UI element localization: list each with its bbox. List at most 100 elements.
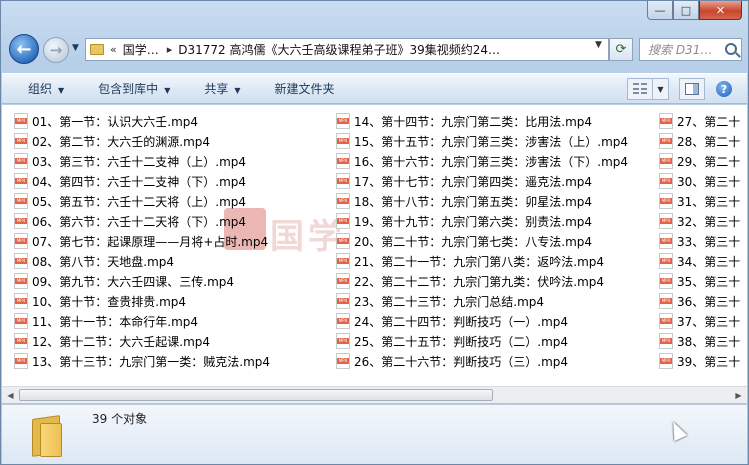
file-item[interactable]: 28、第二十 [659, 131, 740, 151]
file-item[interactable]: 39、第三十 [659, 351, 740, 371]
file-name: 02、第二节：大六壬的渊源.mp4 [32, 134, 211, 149]
file-item[interactable]: 31、第三十 [659, 191, 740, 211]
address-dropdown[interactable]: ▼ [595, 40, 602, 50]
file-item[interactable]: 06、第六节：六壬十二天将（下）.mp4 [14, 211, 246, 231]
file-item[interactable]: 16、第十六节：九宗门第三类：涉害法（下）.mp4 [336, 151, 628, 171]
file-item[interactable]: 27、第二十 [659, 111, 740, 131]
change-view-button[interactable] [627, 78, 653, 100]
new-folder-button[interactable]: 新建文件夹 [275, 80, 335, 97]
file-item[interactable]: 30、第三十 [659, 171, 740, 191]
file-name: 34、第三十 [677, 254, 741, 269]
refresh-button[interactable]: ⟳ [609, 38, 633, 61]
organize-menu[interactable]: 组织 ▼ [28, 80, 64, 97]
video-file-icon [336, 153, 350, 169]
file-item[interactable]: 02、第二节：大六壬的渊源.mp4 [14, 131, 210, 151]
file-item[interactable]: 15、第十五节：九宗门第三类：涉害法（上）.mp4 [336, 131, 628, 151]
maximize-button[interactable]: □ [673, 1, 699, 20]
breadcrumb-separator-icon[interactable]: ▸ [167, 43, 173, 56]
view-options-dropdown[interactable]: ▼ [653, 78, 669, 100]
file-name: 10、第十节：查贵排贵.mp4 [32, 294, 187, 309]
preview-pane-button[interactable] [679, 78, 705, 100]
help-button[interactable]: ? [711, 78, 737, 100]
chevron-down-icon: ▼ [234, 86, 241, 95]
file-item[interactable]: 29、第二十 [659, 151, 740, 171]
close-button[interactable]: ✕ [699, 1, 742, 20]
file-name: 08、第八节：天地盘.mp4 [32, 254, 175, 269]
breadcrumb-segment[interactable]: 国学… [123, 41, 159, 58]
file-item[interactable]: 14、第十四节：九宗门第二类：比用法.mp4 [336, 111, 592, 131]
file-item[interactable]: 11、第十一节：本命行年.mp4 [14, 311, 198, 331]
navigation-bar: ← → ▼ « 国学… ▸ D31772 高鸿儒《大六壬高级课程弟子班》39集视… [9, 34, 742, 64]
file-name: 05、第五节：六壬十二天将（上）.mp4 [32, 194, 247, 209]
video-file-icon [659, 253, 673, 269]
file-name: 27、第二十 [677, 114, 741, 129]
file-item[interactable]: 09、第九节：大六壬四课、三传.mp4 [14, 271, 234, 291]
file-name: 19、第十九节：九宗门第六类：别责法.mp4 [354, 214, 593, 229]
file-item[interactable]: 05、第五节：六壬十二天将（上）.mp4 [14, 191, 246, 211]
share-menu[interactable]: 共享 ▼ [204, 80, 240, 97]
scrollbar-thumb[interactable] [19, 389, 493, 401]
file-item[interactable]: 33、第三十 [659, 231, 740, 251]
video-file-icon [14, 173, 28, 189]
file-item[interactable]: 23、第二十三节：九宗门总结.mp4 [336, 291, 544, 311]
address-overflow-chevron[interactable]: « [110, 43, 117, 56]
toolbar-right: ▼ ? [623, 78, 737, 100]
file-item[interactable]: 35、第三十 [659, 271, 740, 291]
breadcrumb-current[interactable]: D31772 高鸿儒《大六壬高级课程弟子班》39集视频约24… [178, 41, 500, 58]
file-item[interactable]: 26、第二十六节：判断技巧（三）.mp4 [336, 351, 568, 371]
file-item[interactable]: 37、第三十 [659, 311, 740, 331]
video-file-icon [659, 173, 673, 189]
back-button[interactable]: ← [9, 34, 39, 64]
file-item[interactable]: 04、第四节：六壬十二支神（下）.mp4 [14, 171, 246, 191]
file-name: 25、第二十五节：判断技巧（二）.mp4 [354, 334, 569, 349]
horizontal-scrollbar[interactable]: ◀ ▶ [2, 386, 747, 403]
video-file-icon [659, 153, 673, 169]
video-file-icon [14, 313, 28, 329]
file-name: 03、第三节：六壬十二支神（上）.mp4 [32, 154, 247, 169]
video-file-icon [14, 213, 28, 229]
file-item[interactable]: 18、第十八节：九宗门第五类：卯星法.mp4 [336, 191, 592, 211]
address-bar[interactable]: « 国学… ▸ D31772 高鸿儒《大六壬高级课程弟子班》39集视频约24… [85, 38, 609, 61]
file-item[interactable]: 01、第一节：认识大六壬.mp4 [14, 111, 198, 131]
file-item[interactable]: 17、第十七节：九宗门第四类：遥克法.mp4 [336, 171, 592, 191]
file-item[interactable]: 25、第二十五节：判断技巧（二）.mp4 [336, 331, 568, 351]
file-item[interactable]: 34、第三十 [659, 251, 740, 271]
file-list[interactable]: 国学 01、第一节：认识大六壬.mp4 02、第二节：大六壬的渊源.mp4 03、第… [2, 105, 747, 386]
file-item[interactable]: 08、第八节：天地盘.mp4 [14, 251, 174, 271]
video-file-icon [336, 273, 350, 289]
minimize-button[interactable]: — [647, 1, 673, 20]
file-name: 26、第二十六节：判断技巧（三）.mp4 [354, 354, 569, 369]
file-item[interactable]: 38、第三十 [659, 331, 740, 351]
new-folder-label: 新建文件夹 [274, 82, 335, 96]
video-file-icon [14, 273, 28, 289]
search-input[interactable]: 搜索 D31… [639, 38, 742, 61]
scroll-right-icon[interactable]: ▶ [730, 387, 747, 403]
file-item[interactable]: 10、第十节：查贵排贵.mp4 [14, 291, 186, 311]
recent-pages-dropdown[interactable]: ▼ [72, 43, 79, 53]
video-file-icon [336, 313, 350, 329]
preview-pane-icon [685, 83, 699, 95]
file-item[interactable]: 20、第二十节：九宗门第七类：八专法.mp4 [336, 231, 592, 251]
scroll-left-icon[interactable]: ◀ [2, 387, 19, 403]
file-name: 07、第七节：起课原理——月将+占时.mp4 [32, 234, 269, 249]
file-name: 38、第三十 [677, 334, 741, 349]
search-icon[interactable] [725, 43, 737, 55]
file-item[interactable]: 03、第三节：六壬十二支神（上）.mp4 [14, 151, 246, 171]
forward-button[interactable]: → [43, 37, 69, 63]
file-item[interactable]: 21、第二十一节：九宗门第八类：返吟法.mp4 [336, 251, 604, 271]
file-name: 13、第十三节：九宗门第一类：贼克法.mp4 [32, 354, 271, 369]
include-in-library-menu[interactable]: 包含到库中 ▼ [98, 80, 170, 97]
file-item[interactable]: 32、第三十 [659, 211, 740, 231]
file-item[interactable]: 12、第十二节：大六壬起课.mp4 [14, 331, 210, 351]
file-item[interactable]: 19、第十九节：九宗门第六类：别责法.mp4 [336, 211, 592, 231]
file-item[interactable]: 07、第七节：起课原理——月将+占时.mp4 [14, 231, 268, 251]
video-file-icon [336, 133, 350, 149]
help-icon: ? [716, 81, 732, 97]
file-name: 12、第十二节：大六壬起课.mp4 [32, 334, 211, 349]
file-name: 01、第一节：认识大六壬.mp4 [32, 114, 199, 129]
file-name: 21、第二十一节：九宗门第八类：返吟法.mp4 [354, 254, 605, 269]
file-item[interactable]: 22、第二十二节：九宗门第九类：伏吟法.mp4 [336, 271, 604, 291]
file-item[interactable]: 36、第三十 [659, 291, 740, 311]
file-item[interactable]: 13、第十三节：九宗门第一类：贼克法.mp4 [14, 351, 270, 371]
file-item[interactable]: 24、第二十四节：判断技巧（一）.mp4 [336, 311, 568, 331]
